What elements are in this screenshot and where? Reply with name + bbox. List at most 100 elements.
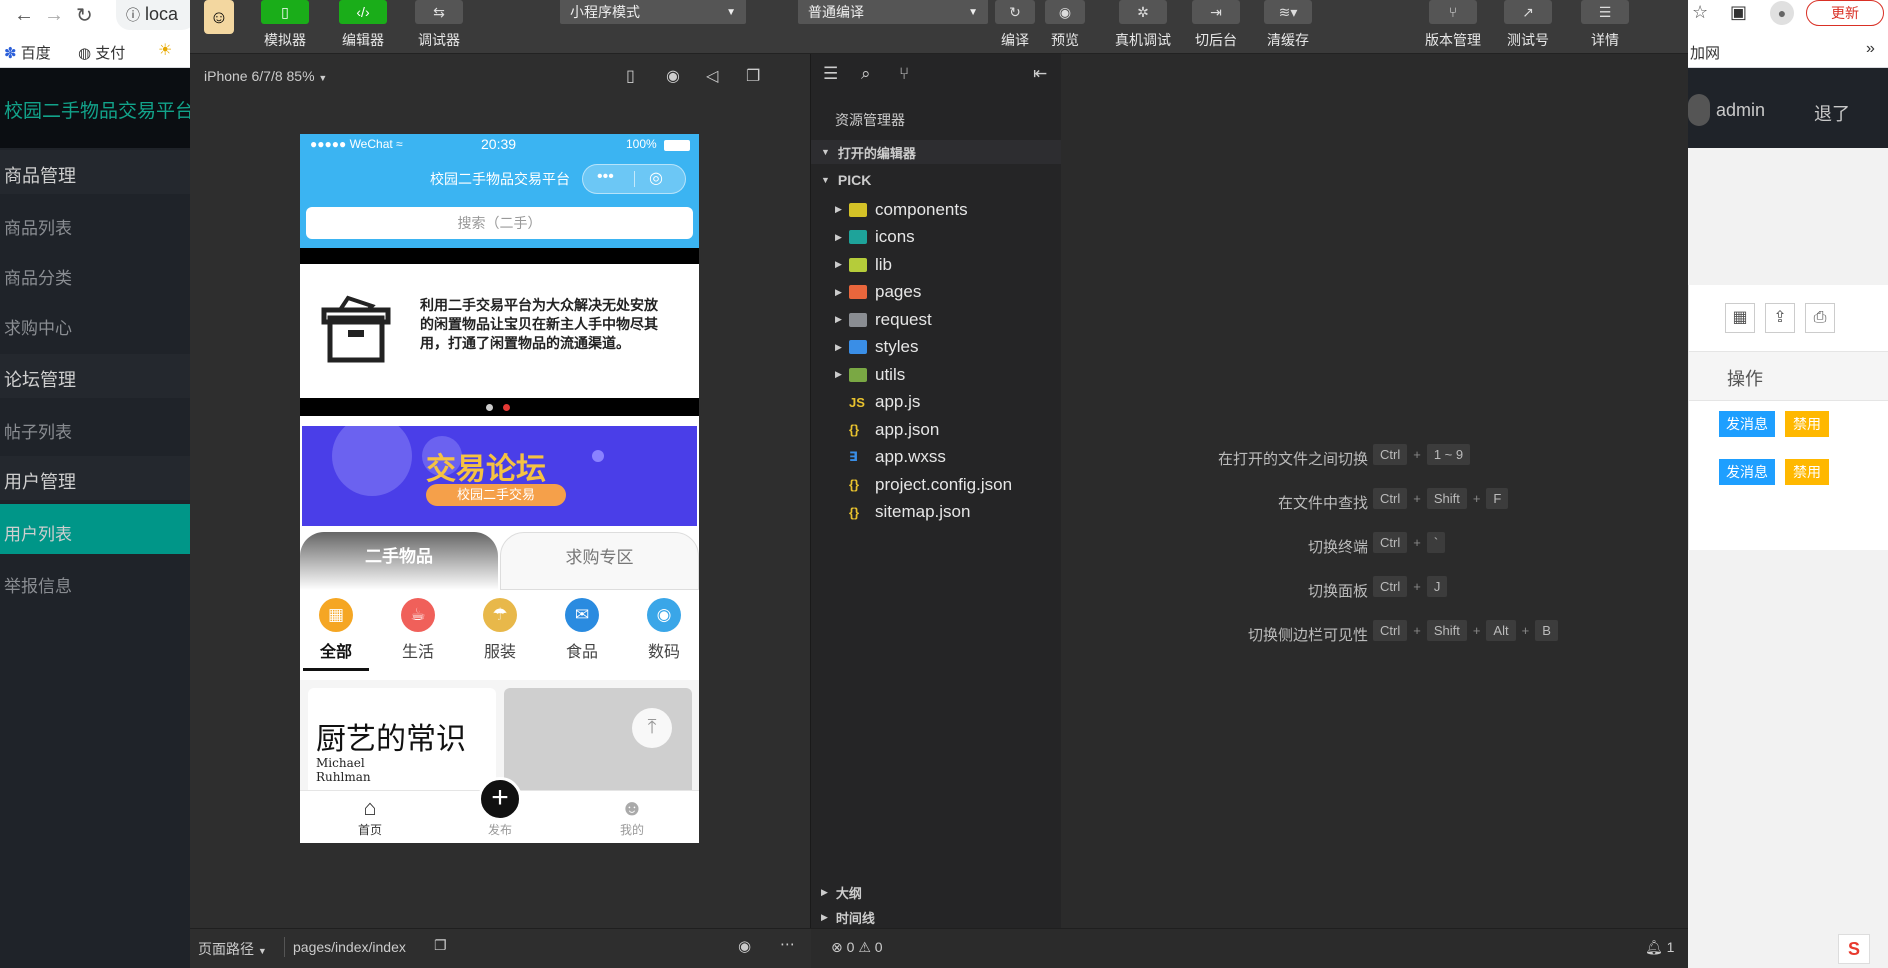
more-icon[interactable]: ⋯	[780, 935, 795, 953]
admin-topnav: admin 退了	[1688, 68, 1888, 148]
debugger-toggle[interactable]: ⇆ 调试器	[404, 0, 474, 54]
bookmark-baidu[interactable]: ✽ 百度	[4, 42, 51, 63]
category-item[interactable]: ◉ 数码	[628, 598, 699, 662]
back-icon[interactable]: ←	[14, 4, 34, 27]
grid-icon[interactable]: ▦	[1725, 303, 1755, 333]
tabbar-publish[interactable]: + 发布	[468, 777, 532, 838]
print-icon[interactable]: ⎙	[1805, 303, 1835, 333]
more-icon[interactable]: •••	[597, 168, 614, 186]
admin-menu-item[interactable]: 商品列表	[0, 202, 190, 246]
phone-icon[interactable]: ▯	[626, 66, 635, 86]
capsule-button[interactable]: ••• ◎	[582, 164, 686, 194]
category-item[interactable]: ▦ 全部	[300, 598, 372, 671]
category-item[interactable]: ✉ 食品	[546, 598, 618, 662]
sound-icon[interactable]: ◁	[706, 66, 718, 86]
tabbar-mine[interactable]: ☻ 我的	[602, 795, 662, 838]
project-section[interactable]: ▼ PICK	[811, 168, 1061, 192]
address-bar[interactable]: ⓘ loca	[116, 0, 196, 30]
tree-item-icons[interactable]: ▶ icons	[811, 224, 1061, 251]
chevron-right-icon: ▶	[835, 259, 842, 269]
search-input[interactable]: 搜索（二手）	[306, 207, 693, 239]
tree-item-app-wxss[interactable]: ∃ app.wxss	[811, 444, 1061, 471]
remote-debug-button[interactable]: ✲ 真机调试	[1108, 0, 1178, 54]
search-icon[interactable]: ⌕	[861, 64, 871, 84]
tree-item-project-config-json[interactable]: {} project.config.json	[811, 471, 1061, 498]
simulator-toggle[interactable]: ▯ 模拟器	[250, 0, 320, 54]
tab-used-goods[interactable]: 二手物品	[300, 532, 498, 590]
ime-sogou-icon[interactable]: S	[1838, 934, 1870, 964]
forum-banner[interactable]: 交易论坛 校园二手交易	[302, 426, 697, 526]
compile-mode-select[interactable]: 普通编译 ▼	[798, 0, 988, 24]
details-button[interactable]: ☰ 详情	[1575, 0, 1635, 54]
admin-username[interactable]: admin	[1716, 100, 1765, 121]
editor-toggle[interactable]: ‹/› 编辑器	[328, 0, 398, 54]
tree-item-components[interactable]: ▶ components	[811, 196, 1061, 223]
admin-menu-item[interactable]: 论坛管理	[0, 354, 190, 398]
outline-section[interactable]: ▶ 大纲	[811, 881, 1061, 903]
record-icon[interactable]: ◉	[666, 66, 680, 86]
admin-menu-item[interactable]: 帖子列表	[0, 406, 190, 450]
bookmark-extra[interactable]: 加网	[1690, 42, 1720, 63]
version-button[interactable]: ⑂ 版本管理	[1418, 0, 1488, 54]
test-account-button[interactable]: ↗ 测试号	[1498, 0, 1558, 54]
update-button[interactable]: 更新	[1806, 0, 1884, 26]
swiper-dot[interactable]	[486, 404, 493, 411]
eye-icon[interactable]: ◉	[738, 937, 751, 955]
close-miniprogram-icon[interactable]: ◎	[649, 168, 663, 188]
send-message-button[interactable]: 发消息	[1719, 459, 1775, 485]
admin-menu-item[interactable]: 举报信息	[0, 560, 190, 604]
back-to-top-icon[interactable]: ⤒	[632, 708, 672, 748]
more-bookmarks-icon[interactable]: »	[1866, 40, 1875, 58]
disable-button[interactable]: 禁用	[1785, 459, 1829, 485]
tree-item-request[interactable]: ▶ request	[811, 306, 1061, 333]
tab-icon[interactable]: ▣	[1730, 2, 1747, 23]
forward-icon[interactable]: →	[44, 4, 64, 27]
tree-item-app-js[interactable]: JS app.js	[811, 389, 1061, 416]
send-message-button[interactable]: 发消息	[1719, 411, 1775, 437]
bookmark-pay[interactable]: ◍ 支付	[78, 42, 125, 63]
export-icon[interactable]: ⇪	[1765, 303, 1795, 333]
branch-icon[interactable]: ⑂	[899, 64, 909, 84]
admin-menu-item[interactable]: 用户管理	[0, 456, 190, 500]
mode-select[interactable]: 小程序模式 ▼	[560, 0, 746, 24]
admin-logout[interactable]: 退了	[1814, 100, 1850, 126]
clear-cache-button[interactable]: ≋▾ 清缓存	[1258, 0, 1318, 54]
compile-button[interactable]: ↻ 编译	[990, 0, 1040, 54]
tree-item-label: styles	[875, 337, 919, 356]
user-avatar[interactable]: ☺	[204, 0, 234, 34]
collapse-panel-icon[interactable]: ⇤	[1033, 64, 1047, 84]
device-select[interactable]: iPhone 6/7/8 85% ▼	[204, 68, 327, 84]
swiper-dot-active[interactable]	[503, 404, 510, 411]
bookmark-star-icon[interactable]: ☆	[1692, 2, 1708, 23]
error-count[interactable]: ⊗ 0 ⚠ 0	[831, 939, 883, 956]
tab-wanted[interactable]: 求购专区	[500, 532, 699, 590]
tree-item-app-json[interactable]: {} app.json	[811, 416, 1061, 443]
page-path-select[interactable]: 页面路径 ▼	[198, 939, 267, 959]
profile-avatar-icon[interactable]: ●	[1770, 1, 1794, 25]
admin-menu-item[interactable]: 用户列表	[0, 504, 190, 554]
copy-icon[interactable]: ❐	[434, 937, 447, 954]
tree-item-utils[interactable]: ▶ utils	[811, 361, 1061, 388]
tabbar-home[interactable]: ⌂ 首页	[340, 795, 400, 838]
category-item[interactable]: ☂ 服装	[464, 598, 536, 662]
background-button[interactable]: ⇥ 切后台	[1186, 0, 1246, 54]
admin-avatar[interactable]	[1688, 94, 1710, 126]
list-icon[interactable]: ☰	[823, 64, 838, 84]
tree-item-lib[interactable]: ▶ lib	[811, 251, 1061, 278]
notifications[interactable]: 🔔︎ 1	[1645, 939, 1674, 956]
timeline-section[interactable]: ▶ 时间线	[811, 906, 1061, 928]
category-item[interactable]: ☕ 生活	[382, 598, 454, 662]
admin-menu-item[interactable]: 求购中心	[0, 302, 190, 346]
reload-icon[interactable]: ↻	[76, 3, 93, 28]
open-editors-section[interactable]: ▼ 打开的编辑器	[811, 140, 1061, 164]
disable-button[interactable]: 禁用	[1785, 411, 1829, 437]
detach-window-icon[interactable]: ❐	[746, 66, 760, 86]
tree-item-pages[interactable]: ▶ pages	[811, 279, 1061, 306]
tree-item-sitemap-json[interactable]: {} sitemap.json	[811, 499, 1061, 526]
preview-button[interactable]: ◉ 预览	[1040, 0, 1090, 54]
swiper[interactable]: 利用二手交易平台为大众解决无处安放的闲置物品让宝贝在新主人手中物尽其用，打通了闲…	[300, 248, 699, 416]
admin-menu-item[interactable]: 商品管理	[0, 150, 190, 194]
bookmark-sun-icon[interactable]: ☀	[158, 40, 172, 60]
admin-menu-item[interactable]: 商品分类	[0, 252, 190, 296]
tree-item-styles[interactable]: ▶ styles	[811, 334, 1061, 361]
